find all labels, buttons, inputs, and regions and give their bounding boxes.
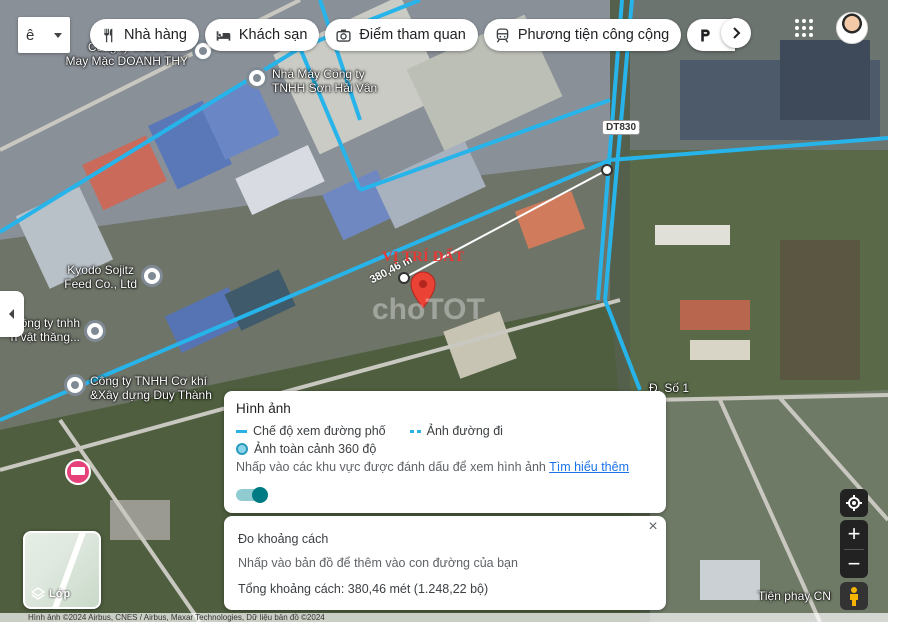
chip-label: Khách sạn: [238, 27, 308, 43]
zoom-controls: + −: [840, 520, 868, 578]
fork-knife-icon: [104, 28, 113, 42]
category-bar: ê Nhà hàng Khách sạn Điểm tham quan Phươ…: [18, 17, 736, 53]
poi-label: Kyodo Sojitz Feed Co., Ltd: [64, 263, 137, 291]
chip-transit[interactable]: Phương tiện công cộng: [483, 19, 682, 51]
layers-button[interactable]: Lớp: [23, 531, 101, 609]
camera-icon: [336, 29, 351, 42]
road-shield: DT830: [602, 120, 641, 135]
layers-icon: [31, 587, 45, 600]
poi-tien-phay[interactable]: Tiện phay CN: [758, 589, 831, 603]
place-pin-icon: [84, 320, 106, 342]
watermark: choTOT: [372, 293, 485, 326]
chip-label: Nhà hàng: [124, 27, 187, 43]
zoom-in-button[interactable]: +: [840, 520, 868, 549]
crosshair-icon: [846, 495, 862, 511]
measure-total: Tổng khoảng cách: 380,46 mét (1.248,22 b…: [238, 582, 489, 596]
solid-line-icon: [236, 429, 247, 433]
legend-row: Ảnh toàn cảnh 360 độ: [236, 442, 654, 456]
right-edge: [888, 0, 920, 622]
chevron-right-icon: [733, 27, 741, 39]
imagery-toggle[interactable]: [236, 487, 268, 503]
legend-street-view: Chế độ xem đường phố: [253, 424, 386, 438]
poi-son-hai-van[interactable]: Nhà Máy Công ty TNHH Sơn Hải Vân: [246, 67, 377, 95]
attribution-bar: Hình ảnh ©2024 Airbus, CNES / Airbus, Ma…: [0, 613, 888, 622]
layers-label-wrap: Lớp: [31, 587, 70, 601]
chip-label: Phương tiện công cộng: [517, 27, 670, 43]
zoom-out-button[interactable]: −: [840, 550, 868, 579]
place-pin-icon: [246, 67, 268, 89]
chip-attractions[interactable]: Điểm tham quan: [325, 19, 478, 51]
place-pin-icon: [141, 265, 163, 287]
chip-restaurants[interactable]: Nhà hàng: [90, 19, 199, 51]
pegman-icon: [850, 587, 858, 606]
avatar[interactable]: [836, 12, 868, 44]
my-location-button[interactable]: [840, 489, 868, 517]
photo-sphere-icon: [236, 443, 248, 455]
learn-more-link[interactable]: Tìm hiểu thêm: [549, 460, 629, 474]
legend-360: Ảnh toàn cảnh 360 độ: [254, 442, 377, 456]
chevron-down-icon: [54, 32, 62, 38]
pegman-button[interactable]: [840, 582, 868, 610]
train-icon: [496, 27, 509, 43]
measure-distance-panel: × Đo khoảng cách Nhấp vào bản đồ để thêm…: [224, 516, 666, 610]
imagery-hint: Nhấp vào các khu vực được đánh dấu để xe…: [236, 460, 654, 474]
measure-title: Đo khoảng cách: [238, 532, 329, 546]
poi-label: Tiện phay CN: [758, 589, 831, 603]
apps-grid-icon[interactable]: [792, 16, 816, 40]
language-value: ê: [26, 26, 35, 44]
legend-row: Chế độ xem đường phố Ảnh đường đi: [236, 424, 654, 438]
poi-vat-thang[interactable]: Công ty tnhh n vật thăng...: [11, 316, 106, 344]
poi-duy-thanh[interactable]: Công ty TNHH Cơ khí &Xây dựng Duy Thành: [64, 374, 212, 402]
chip-label: Điểm tham quan: [359, 27, 466, 43]
bed-icon: [216, 30, 231, 41]
poi-kyodo-sojitz[interactable]: Kyodo Sojitz Feed Co., Ltd: [64, 263, 163, 291]
measure-hint: Nhấp vào bản đồ để thêm vào con đường củ…: [238, 556, 518, 570]
parking-icon: [701, 29, 710, 41]
scroll-right-button[interactable]: [721, 18, 751, 48]
chip-hotels[interactable]: Khách sạn: [204, 19, 320, 51]
collapse-panel-button[interactable]: [0, 291, 24, 337]
location-label: VỊ TRÍ ĐẤT: [382, 249, 465, 265]
imagery-title: Hình ảnh: [236, 401, 291, 416]
layers-label: Lớp: [49, 588, 71, 600]
legend-street-photos: Ảnh đường đi: [426, 424, 503, 438]
hint-text: Nhấp vào các khu vực được đánh dấu để xe…: [236, 460, 546, 474]
imagery-panel: Hình ảnh Chế độ xem đường phố Ảnh đường …: [224, 391, 666, 513]
chevron-left-icon: [9, 309, 14, 319]
dotted-line-icon: [409, 429, 421, 433]
poi-label: Nhà Máy Công ty TNHH Sơn Hải Vân: [272, 67, 378, 95]
close-icon[interactable]: ×: [644, 518, 662, 536]
place-pin-icon: [64, 374, 86, 396]
poi-label: Công ty TNHH Cơ khí &Xây dựng Duy Thành: [90, 374, 212, 402]
language-select[interactable]: ê: [18, 17, 70, 53]
